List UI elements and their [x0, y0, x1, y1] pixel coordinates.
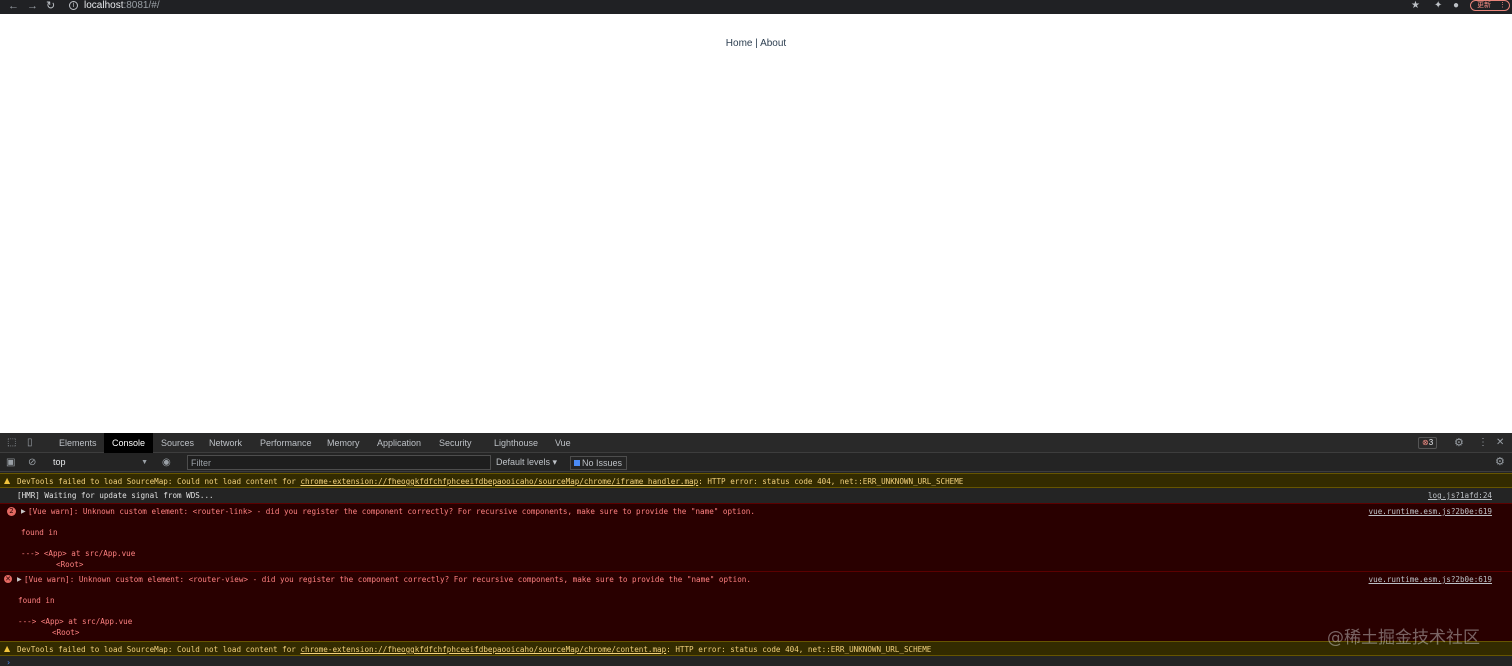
device-toolbar-icon[interactable]: ▯: [27, 433, 33, 453]
page-viewport: Home | About: [0, 14, 1512, 433]
close-icon[interactable]: ✕: [1496, 433, 1504, 453]
console-message-error: 2 ▶ [Vue warn]: Unknown custom element: …: [0, 503, 1512, 571]
url-text[interactable]: localhost:8081/#/: [84, 0, 160, 11]
profile-avatar-icon[interactable]: ●: [1453, 0, 1459, 12]
inspect-element-icon[interactable]: ⬚: [7, 433, 16, 453]
error-count-badge[interactable]: ⊗3: [1418, 437, 1438, 449]
watermark: @稀土掘金技术社区: [1327, 628, 1480, 648]
expand-triangle-icon[interactable]: ▶: [17, 576, 22, 583]
update-button[interactable]: 更新 ⋮: [1470, 0, 1510, 11]
menu-kebab-icon: ⋮: [1499, 2, 1506, 9]
dropdown-arrow-icon: ▼: [141, 459, 148, 466]
tab-network[interactable]: Network: [209, 433, 242, 453]
context-select[interactable]: top ▼: [49, 456, 150, 469]
site-info-icon[interactable]: i: [69, 1, 78, 10]
console-message-warning: ▲ DevTools failed to load SourceMap: Cou…: [0, 473, 1512, 488]
warning-icon: ▲: [4, 644, 11, 653]
expand-triangle-icon[interactable]: ▶: [21, 508, 26, 515]
tab-lighthouse[interactable]: Lighthouse: [494, 433, 538, 453]
console-message-error: ✕ ▶ [Vue warn]: Unknown custom element: …: [0, 571, 1512, 641]
console-message-warning: ▲ DevTools failed to load SourceMap: Cou…: [0, 641, 1512, 656]
tab-performance[interactable]: Performance: [260, 433, 312, 453]
console-toolbar: ▣ ⊘ top▼ ◉ Default levels ▾ No Issues ⚙: [0, 453, 1512, 472]
clear-console-icon[interactable]: ⊘: [28, 453, 36, 472]
warning-icon: ▲: [4, 476, 11, 485]
sourcemap-link[interactable]: chrome-extension://fheoggkfdfchfphceeifd…: [300, 477, 698, 486]
address-bar[interactable]: [64, 0, 1404, 13]
about-link[interactable]: About: [760, 38, 786, 49]
sidebar-toggle-icon[interactable]: ▣: [6, 453, 15, 472]
live-expression-eye-icon[interactable]: ◉: [162, 453, 171, 472]
dropdown-arrow-icon: ▾: [552, 457, 558, 467]
reload-icon[interactable]: ↻: [46, 0, 55, 14]
issues-button[interactable]: No Issues: [570, 456, 628, 470]
tab-security[interactable]: Security: [439, 433, 472, 453]
more-options-icon[interactable]: ⋮: [1478, 433, 1488, 453]
back-arrow-icon[interactable]: ←: [8, 0, 19, 14]
tab-sources[interactable]: Sources: [161, 433, 194, 453]
settings-gear-icon[interactable]: ⚙: [1454, 433, 1464, 453]
error-circle-icon: ⊗: [1422, 438, 1429, 447]
tab-console[interactable]: Console: [104, 433, 154, 453]
bookmark-star-icon[interactable]: ★: [1411, 0, 1420, 12]
console-prompt-icon[interactable]: ›: [7, 658, 10, 666]
source-link[interactable]: log.js?1afd:24: [1428, 491, 1492, 500]
devtools-tabbar: ⬚ ▯ Elements Console Sources Network Per…: [0, 433, 1512, 453]
tab-elements[interactable]: Elements: [59, 433, 97, 453]
home-link[interactable]: Home: [726, 38, 753, 49]
page-nav: Home | About: [0, 38, 1512, 49]
tab-memory[interactable]: Memory: [327, 433, 360, 453]
nav-separator: |: [752, 38, 761, 49]
extensions-puzzle-icon[interactable]: ✦: [1434, 0, 1442, 12]
log-levels-dropdown[interactable]: Default levels ▾: [496, 456, 557, 469]
sourcemap-link[interactable]: chrome-extension://fheoggkfdfchfphceeifd…: [300, 645, 666, 654]
console-messages: ▲ DevTools failed to load SourceMap: Cou…: [0, 473, 1512, 666]
console-message-log: [HMR] Waiting for update signal from WDS…: [0, 488, 1512, 503]
console-filter-input[interactable]: [187, 455, 491, 470]
source-link[interactable]: vue.runtime.esm.js?2b0e:619: [1369, 507, 1492, 516]
forward-arrow-icon[interactable]: →: [27, 0, 38, 14]
source-link[interactable]: vue.runtime.esm.js?2b0e:619: [1369, 575, 1492, 584]
error-count-icon: 2: [7, 507, 16, 516]
tab-application[interactable]: Application: [377, 433, 421, 453]
console-settings-gear-icon[interactable]: ⚙: [1495, 453, 1505, 472]
browser-toolbar: ← → ↻ i localhost:8081/#/ ★ ✦ ● 更新 ⋮: [0, 0, 1512, 14]
devtools-panel: ⬚ ▯ Elements Console Sources Network Per…: [0, 433, 1512, 666]
error-icon: ✕: [4, 575, 12, 583]
issues-icon: [574, 460, 580, 466]
tab-vue[interactable]: Vue: [555, 433, 571, 453]
